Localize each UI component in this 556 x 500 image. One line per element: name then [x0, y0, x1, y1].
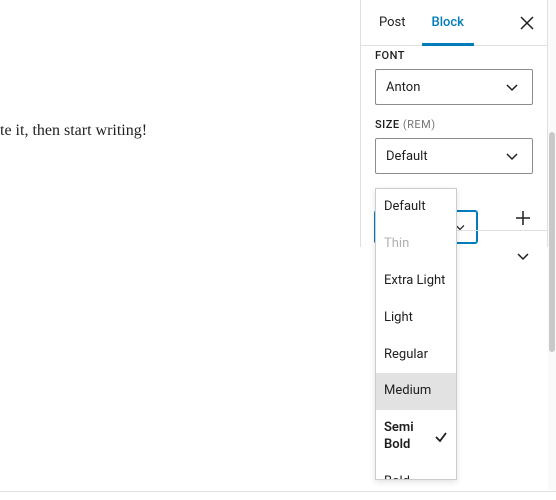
bottom-divider	[0, 491, 556, 492]
option-label: Default	[384, 199, 448, 216]
panel-tabs: Post Block	[361, 0, 547, 46]
option-label: Thin	[384, 236, 448, 253]
appearance-option-light[interactable]: Light	[376, 300, 456, 337]
check-icon	[434, 430, 448, 444]
appearance-option-thin[interactable]: Thin	[376, 226, 456, 263]
size-select[interactable]: Default	[375, 138, 533, 174]
option-label: Light	[384, 310, 448, 327]
appearance-option-bold[interactable]: Bold	[376, 464, 456, 479]
tab-block[interactable]: Block	[422, 0, 474, 46]
font-section: FONT Anton	[361, 46, 547, 105]
font-label: FONT	[375, 49, 405, 62]
editor-paragraph-text: te it, then start writing!	[0, 122, 147, 139]
scrollbar-thumb[interactable]	[549, 132, 555, 352]
appearance-option-semi-bold[interactable]: Semi Bold	[376, 410, 456, 464]
chevron-down-icon	[502, 146, 522, 166]
add-button[interactable]	[511, 206, 535, 230]
appearance-dropdown-scroll[interactable]: Default Thin Extra Light Light Regular M…	[376, 189, 456, 479]
chevron-down-icon	[513, 246, 533, 266]
size-label-hint: (REM)	[403, 118, 436, 131]
font-select[interactable]: Anton	[375, 69, 533, 105]
size-label-text: SIZE	[375, 118, 400, 131]
section-toggle[interactable]	[511, 244, 535, 268]
editor-canvas[interactable]: te it, then start writing!	[0, 0, 358, 490]
option-label: Regular	[384, 347, 448, 364]
tab-post[interactable]: Post	[369, 0, 416, 46]
option-label: Extra Light	[384, 273, 448, 290]
option-label: Bold	[384, 474, 448, 479]
close-icon[interactable]	[515, 11, 539, 35]
option-label: Semi Bold	[384, 420, 430, 454]
settings-panel: Post Block FONT Anton SIZE (REM) Default…	[360, 0, 548, 247]
appearance-option-extra-light[interactable]: Extra Light	[376, 263, 456, 300]
appearance-option-default[interactable]: Default	[376, 189, 456, 226]
size-select-value: Default	[386, 149, 428, 164]
option-label: Medium	[384, 383, 448, 400]
chevron-down-icon	[502, 77, 522, 97]
size-section: SIZE (REM) Default	[361, 105, 547, 178]
appearance-option-medium[interactable]: Medium	[376, 373, 456, 410]
font-select-value: Anton	[386, 80, 420, 95]
plus-icon	[515, 210, 531, 226]
page-scrollbar[interactable]	[548, 0, 556, 492]
size-label: SIZE (REM)	[375, 118, 436, 131]
appearance-option-regular[interactable]: Regular	[376, 337, 456, 374]
appearance-dropdown: Default Thin Extra Light Light Regular M…	[375, 188, 457, 480]
